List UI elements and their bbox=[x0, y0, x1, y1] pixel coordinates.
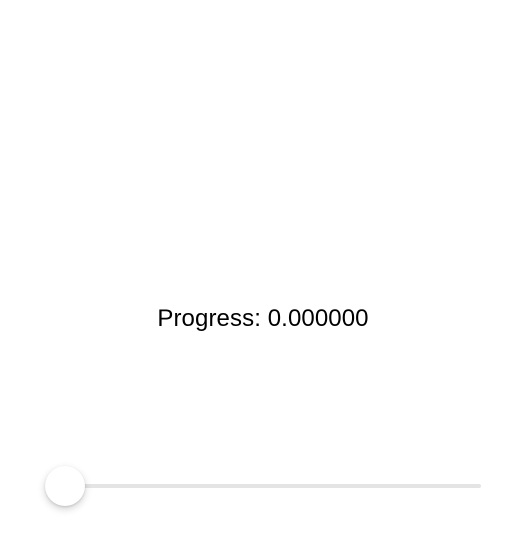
slider-thumb[interactable] bbox=[45, 466, 85, 506]
slider-track[interactable] bbox=[65, 484, 481, 488]
app-screen: Progress: 0.000000 bbox=[0, 0, 526, 548]
progress-label: Progress: 0.000000 bbox=[157, 305, 369, 332]
progress-slider[interactable] bbox=[45, 466, 481, 506]
